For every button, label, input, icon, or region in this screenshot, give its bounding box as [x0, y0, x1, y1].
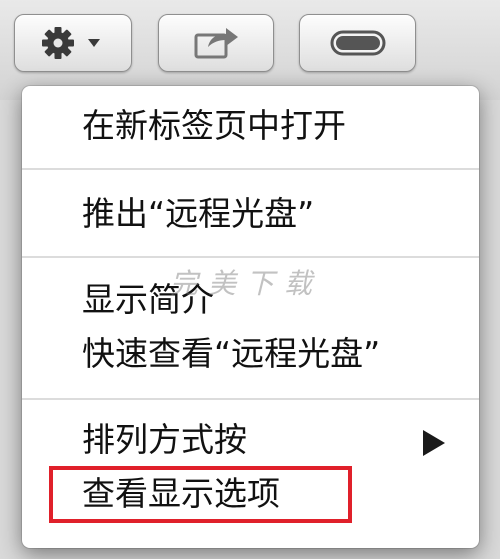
submenu-arrow-icon: [423, 430, 445, 456]
action-menu-button[interactable]: [14, 14, 132, 72]
menu-separator: [22, 168, 479, 170]
share-icon: [194, 28, 238, 59]
menu-item-quick-look[interactable]: 快速查看“远程光盘”: [82, 334, 380, 374]
toggle-pill-icon: [330, 30, 385, 56]
menu-separator: [22, 398, 479, 400]
menu-separator: [22, 256, 479, 258]
menu-item-arrange-by[interactable]: 排列方式按: [82, 420, 247, 460]
watermark: 完美下载: [170, 267, 323, 300]
share-button[interactable]: [158, 14, 274, 72]
gear-icon: [42, 27, 100, 59]
chevron-down-icon: [88, 39, 100, 47]
menu-item-open-in-new-tab[interactable]: 在新标签页中打开: [82, 106, 346, 146]
toggle-button[interactable]: [299, 14, 416, 72]
window-toolbar: [0, 0, 500, 100]
highlight-annotation: [49, 466, 352, 523]
menu-item-eject[interactable]: 推出“远程光盘”: [82, 194, 314, 234]
